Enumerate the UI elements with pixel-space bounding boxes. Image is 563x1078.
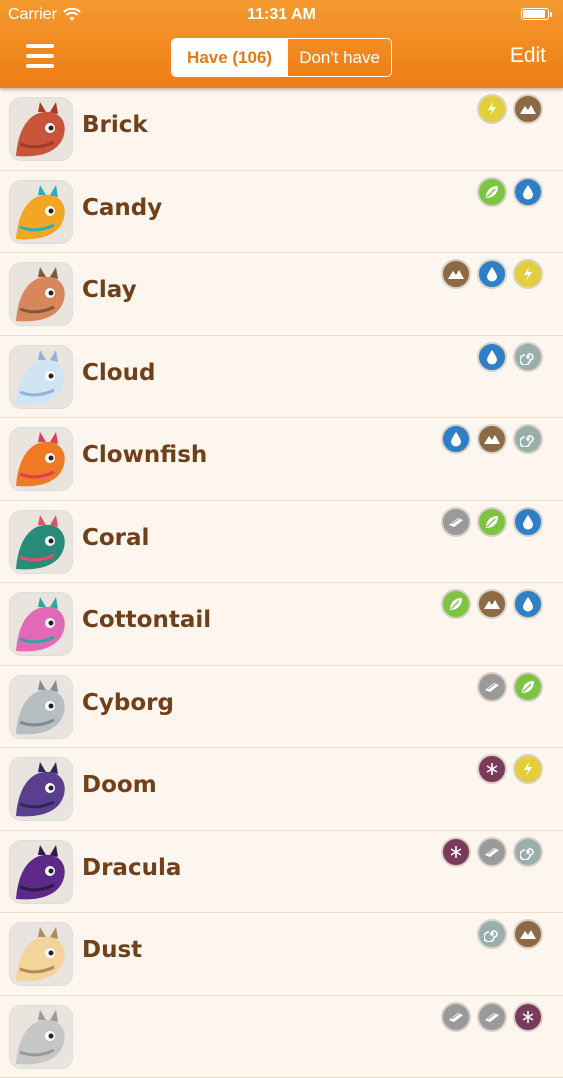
dragon-name: Coral [82,525,149,551]
dragon-name: Clay [82,277,137,303]
element-badges [441,837,543,867]
metal-element-icon [477,837,507,867]
dragon-name: Cyborg [82,690,174,716]
earth-element-icon [477,424,507,454]
dragon-avatar [9,427,73,491]
wind-element-icon [513,837,543,867]
metal-element-icon [441,1002,471,1032]
lightning-element-icon [513,259,543,289]
dragon-row[interactable]: Dracula [0,831,563,914]
dragon-name: Candy [82,195,162,221]
dragon-name: Dust [82,937,142,963]
dragon-avatar [9,180,73,244]
dragon-row[interactable]: Coral [0,501,563,584]
dragon-avatar [9,922,73,986]
dragon-name: Cottontail [82,607,211,633]
dragon-name: Clownfish [82,442,207,468]
nature-element-icon [477,507,507,537]
wind-element-icon [513,424,543,454]
dragon-avatar [9,262,73,326]
lightning-element-icon [513,754,543,784]
navigation-bar: Carrier 11:31 AM Have (106) Don't have E… [0,0,563,88]
dragon-row[interactable]: Clay [0,253,563,336]
dragon-avatar [9,592,73,656]
dragon-avatar [9,510,73,574]
ownership-segmented-control: Have (106) Don't have [171,38,392,77]
dragon-row[interactable]: Brick [0,88,563,171]
lightning-element-icon [477,94,507,124]
element-badges [477,919,543,949]
water-element-icon [441,424,471,454]
dragon-row[interactable]: Cottontail [0,583,563,666]
element-badges [477,342,543,372]
water-element-icon [513,589,543,619]
dragon-row[interactable] [0,996,563,1078]
dark-element-icon [477,754,507,784]
nature-element-icon [477,177,507,207]
dragon-name: Brick [82,112,148,138]
menu-icon[interactable] [26,44,54,68]
dragon-avatar [9,345,73,409]
metal-element-icon [477,1002,507,1032]
element-badges [441,259,543,289]
water-element-icon [477,259,507,289]
dragon-name: Doom [82,772,157,798]
dragon-avatar [9,1005,73,1069]
element-badges [441,589,543,619]
dragon-row[interactable]: Dust [0,913,563,996]
dragon-row[interactable]: Doom [0,748,563,831]
dragon-list: Brick Candy Clay Cloud Clownfish Coral Cottont… [0,88,563,1078]
dont-have-tab[interactable]: Don't have [287,39,391,76]
wind-element-icon [513,342,543,372]
element-badges [441,424,543,454]
dragon-avatar [9,757,73,821]
metal-element-icon [441,507,471,537]
earth-element-icon [441,259,471,289]
dragon-row[interactable]: Clownfish [0,418,563,501]
water-element-icon [513,177,543,207]
dark-element-icon [441,837,471,867]
dragon-avatar [9,840,73,904]
earth-element-icon [513,94,543,124]
dragon-name: Dracula [82,855,181,881]
nature-element-icon [513,672,543,702]
dragon-row[interactable]: Cloud [0,336,563,419]
battery-icon [521,8,549,20]
edit-button[interactable]: Edit [510,44,546,68]
element-badges [441,1002,543,1032]
have-tab[interactable]: Have (106) [172,39,287,76]
dragon-row[interactable]: Cyborg [0,666,563,749]
dragon-avatar [9,97,73,161]
element-badges [477,672,543,702]
element-badges [477,94,543,124]
wind-element-icon [477,919,507,949]
status-time: 11:31 AM [0,6,563,24]
element-badges [477,754,543,784]
dragon-row[interactable]: Candy [0,171,563,254]
earth-element-icon [477,589,507,619]
water-element-icon [477,342,507,372]
metal-element-icon [477,672,507,702]
status-bar: Carrier 11:31 AM [0,0,563,30]
dragon-avatar [9,675,73,739]
dragon-name: Cloud [82,360,155,386]
nature-element-icon [441,589,471,619]
earth-element-icon [513,919,543,949]
dark-element-icon [513,1002,543,1032]
element-badges [441,507,543,537]
element-badges [477,177,543,207]
water-element-icon [513,507,543,537]
